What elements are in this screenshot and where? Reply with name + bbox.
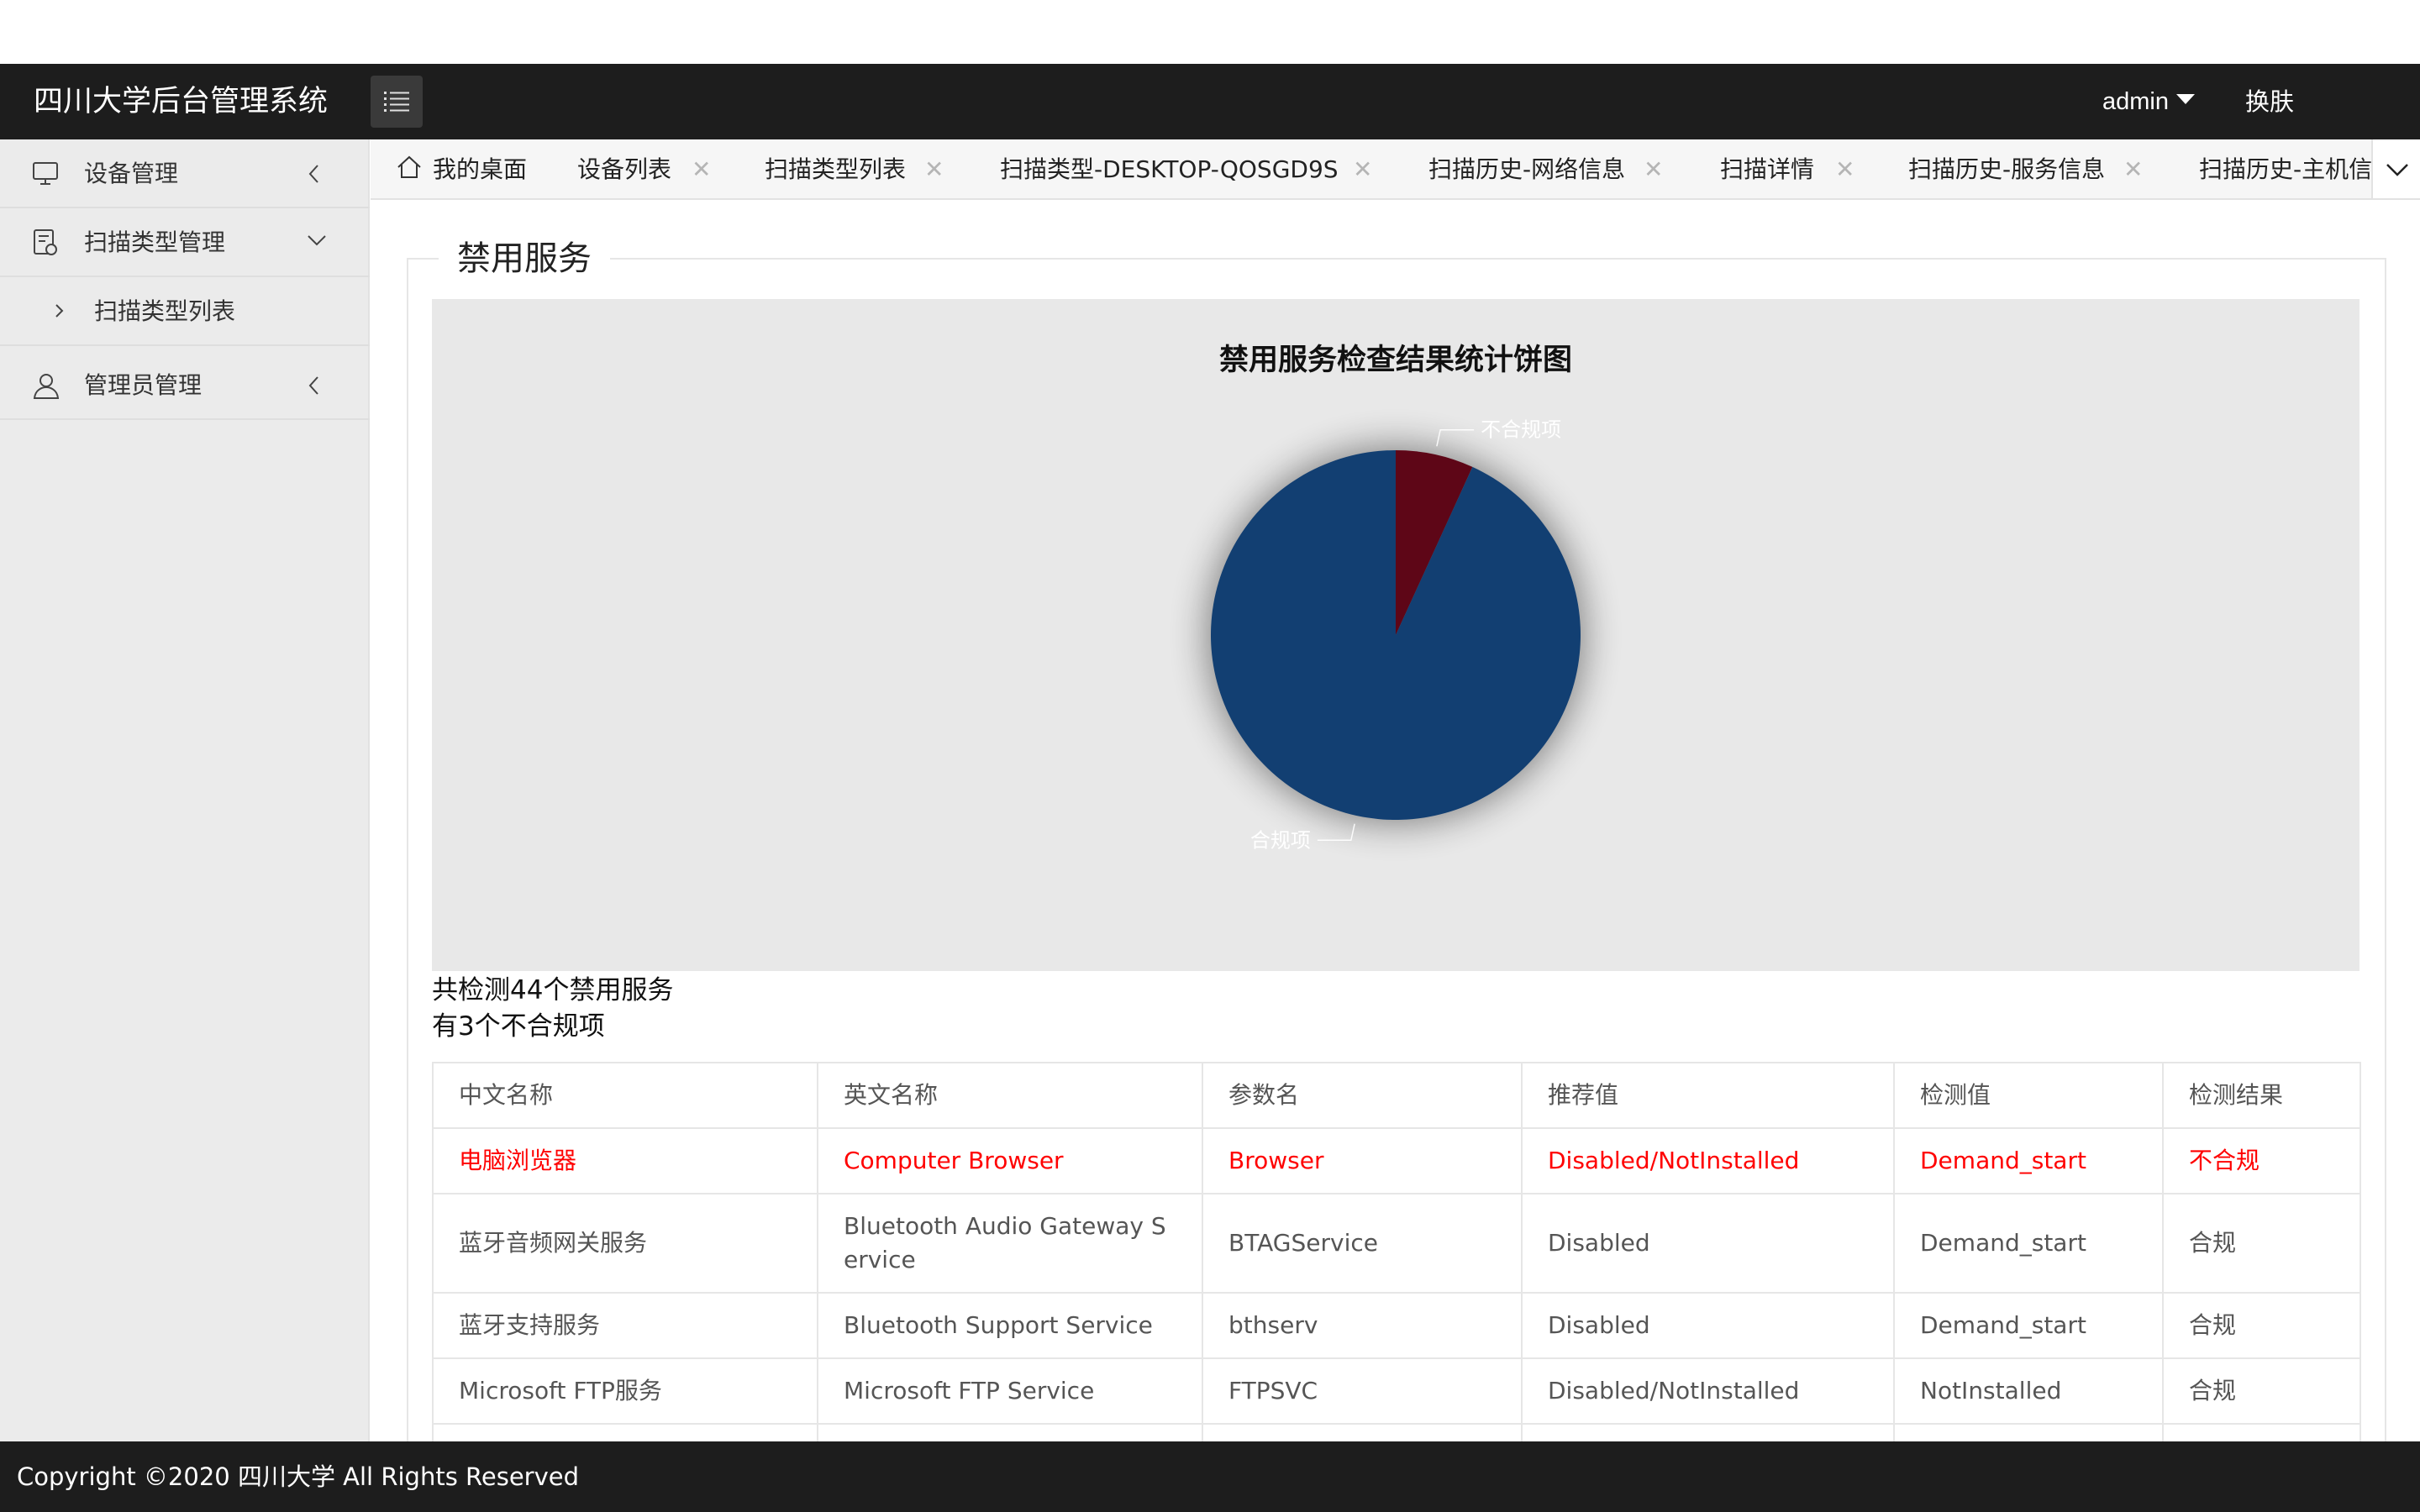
- table-cell: Bluetooth Audio Gateway Service: [817, 1193, 1203, 1294]
- column-header: 检测值: [1893, 1062, 2164, 1129]
- tab-scan-history-host[interactable]: 扫描历史-主机信: [2199, 139, 2373, 198]
- tab-label: 扫描类型列表: [765, 155, 907, 183]
- column-header: 参数名: [1202, 1062, 1523, 1129]
- user-menu[interactable]: admin: [2102, 64, 2169, 139]
- home-icon[interactable]: [396, 155, 423, 180]
- pie-slice-label: 合规项: [1250, 828, 1311, 852]
- column-header: 英文名称: [817, 1062, 1203, 1129]
- pie-label-line: [1436, 428, 1475, 447]
- tab-device-list[interactable]: 设备列表 ✕: [577, 139, 711, 198]
- tab-label: 扫描类型-DESKTOP-QOSGD9S: [1000, 155, 1339, 183]
- close-icon[interactable]: ✕: [924, 139, 944, 198]
- skin-switch-button[interactable]: 换肤: [2245, 64, 2294, 139]
- tab-scan-history-network[interactable]: 扫描历史-网络信息 ✕: [1428, 139, 1663, 198]
- pie-chart-panel: 禁用服务检查结果统计饼图 不合规项 合规项: [432, 299, 2360, 971]
- sidebar-item-admin-management[interactable]: 管理员管理: [0, 351, 370, 420]
- table-cell: Microsoft FTP服务: [432, 1357, 818, 1425]
- user-icon: [33, 374, 60, 399]
- sidebar-subitem-scan-type-list[interactable]: 扫描类型列表: [0, 277, 370, 346]
- table-cell: 合规: [2162, 1193, 2361, 1294]
- tab-label: 设备列表: [577, 155, 672, 183]
- chevron-down-icon: [2386, 164, 2408, 176]
- table-row: 蓝牙音频网关服务 Bluetooth Audio Gateway Service…: [432, 1193, 2361, 1294]
- chevron-right-icon: [55, 304, 64, 318]
- table-header-row: 中文名称 英文名称 参数名 推荐值 检测值 检测结果: [432, 1062, 2361, 1129]
- column-header: 中文名称: [432, 1062, 818, 1129]
- tab-scan-history-service[interactable]: 扫描历史-服务信息 ✕: [1908, 139, 2143, 198]
- tab-label: 扫描历史-主机信: [2199, 155, 2373, 183]
- tab-label: 扫描历史-网络信息: [1428, 155, 1626, 183]
- table-cell: Disabled/NotInstalled: [1521, 1127, 1895, 1194]
- chevron-left-icon: [308, 376, 318, 395]
- table-cell: Disabled: [1521, 1193, 1895, 1294]
- table-cell: 合规: [2162, 1357, 2361, 1425]
- table-row: 蓝牙支持服务 Bluetooth Support Service bthserv…: [432, 1292, 2361, 1359]
- close-icon[interactable]: ✕: [1644, 139, 1663, 198]
- tab-bar: 我的桌面 设备列表 ✕ 扫描类型列表 ✕ 扫描类型-DESKTOP-QOSGD9…: [371, 139, 2420, 200]
- column-header: 检测结果: [2162, 1062, 2361, 1129]
- sidebar: 设备管理 扫描类型管理 扫描类型列表 管理员管理: [0, 139, 370, 1441]
- table-cell: Demand_start: [1893, 1292, 2164, 1359]
- close-icon[interactable]: ✕: [692, 139, 711, 198]
- monitor-icon: [33, 162, 58, 185]
- sidebar-item-label: 管理员管理: [84, 371, 203, 399]
- table-cell: 合规: [2162, 1292, 2361, 1359]
- table-cell: Browser: [1202, 1127, 1523, 1194]
- list-icon: [384, 92, 409, 112]
- section-title: 禁用服务: [439, 235, 610, 282]
- table-row: Microsoft FTP服务 Microsoft FTP Service FT…: [432, 1357, 2361, 1425]
- table-cell: Bluetooth Support Service: [817, 1292, 1203, 1359]
- top-header: 四川大学后台管理系统 admin 换肤: [0, 64, 2420, 139]
- tab-label: 我的桌面: [433, 155, 528, 183]
- table-cell: 蓝牙支持服务: [432, 1292, 818, 1359]
- tab-label: 扫描历史-服务信息: [1908, 155, 2106, 183]
- pie-chart: 不合规项合规项: [1207, 418, 1584, 852]
- table-cell: Microsoft FTP Service: [817, 1357, 1203, 1425]
- services-table: 中文名称 英文名称 参数名 推荐值 检测值 检测结果 电脑浏览器 Compute…: [432, 1062, 2361, 1458]
- sidebar-item-device-management[interactable]: 设备管理: [0, 139, 370, 208]
- summary-total: 共检测44个禁用服务: [432, 975, 674, 1005]
- table-row: 电脑浏览器 Computer Browser Browser Disabled/…: [432, 1127, 2361, 1194]
- sidebar-item-label: 扫描类型管理: [84, 228, 226, 256]
- pie-label-line: [1317, 823, 1355, 842]
- table-cell: NotInstalled: [1893, 1357, 2164, 1425]
- sidebar-item-label: 扫描类型列表: [94, 297, 236, 325]
- chevron-down-icon: [308, 235, 326, 246]
- column-header: 推荐值: [1521, 1062, 1895, 1129]
- close-icon[interactable]: ✕: [1835, 139, 1854, 198]
- pie-slice-label: 不合规项: [1481, 418, 1561, 442]
- sidebar-item-scan-type-management[interactable]: 扫描类型管理: [0, 208, 370, 277]
- close-icon[interactable]: ✕: [2123, 139, 2143, 198]
- chevron-left-icon: [308, 165, 318, 183]
- app-title: 四川大学后台管理系统: [34, 85, 329, 118]
- sidebar-item-label: 设备管理: [84, 160, 179, 187]
- table-cell: Demand_start: [1893, 1127, 2164, 1194]
- tab-scan-detail[interactable]: 扫描详情 ✕: [1720, 139, 1854, 198]
- table-cell: 不合规: [2162, 1127, 2361, 1194]
- document-icon: [34, 229, 57, 255]
- caret-down-icon[interactable]: [2176, 94, 2195, 104]
- table-cell: BTAGService: [1202, 1193, 1523, 1294]
- table-cell: Disabled/NotInstalled: [1521, 1357, 1895, 1425]
- table-cell: 蓝牙音频网关服务: [432, 1193, 818, 1294]
- table-cell: bthserv: [1202, 1292, 1523, 1359]
- table-cell: Demand_start: [1893, 1193, 2164, 1294]
- tab-my-desktop[interactable]: 我的桌面: [433, 139, 528, 198]
- table-cell: 电脑浏览器: [432, 1127, 818, 1194]
- table-cell: Disabled: [1521, 1292, 1895, 1359]
- table-cell: Computer Browser: [817, 1127, 1203, 1194]
- pie-slice[interactable]: [1210, 449, 1581, 821]
- tab-scan-type-desktop[interactable]: 扫描类型-DESKTOP-QOSGD9S ✕: [1000, 139, 1372, 198]
- footer-copyright: Copyright ©2020 四川大学 All Rights Reserved: [0, 1441, 2420, 1512]
- table-cell: FTPSVC: [1202, 1357, 1523, 1425]
- tab-scan-type-list[interactable]: 扫描类型列表 ✕: [765, 139, 944, 198]
- menu-toggle-button[interactable]: [371, 76, 423, 128]
- tab-more-button[interactable]: [2371, 139, 2420, 200]
- close-icon[interactable]: ✕: [1353, 139, 1372, 198]
- tab-label: 扫描详情: [1720, 155, 1815, 183]
- summary-noncompliant: 有3个不合规项: [432, 1011, 605, 1042]
